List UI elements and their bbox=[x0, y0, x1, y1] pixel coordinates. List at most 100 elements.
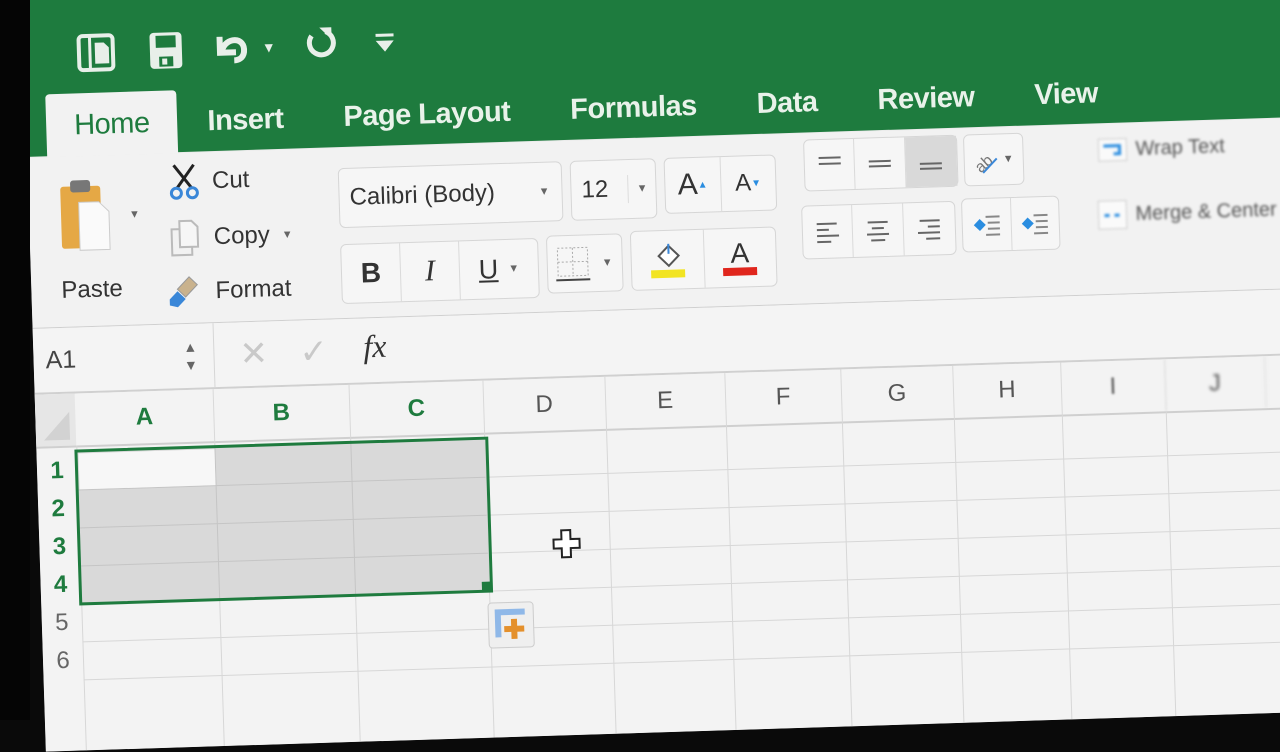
chevron-down-icon: ▼ bbox=[538, 185, 550, 198]
row-header-5[interactable]: 5 bbox=[41, 603, 82, 642]
column-header-a[interactable]: A bbox=[74, 389, 216, 446]
save-icon[interactable] bbox=[147, 25, 185, 76]
increase-indent-button[interactable] bbox=[1010, 197, 1059, 250]
text-orientation-icon: ab bbox=[972, 152, 998, 175]
cut-button[interactable]: Cut bbox=[167, 161, 250, 202]
align-middle-button[interactable] bbox=[854, 137, 907, 189]
align-left-button[interactable] bbox=[802, 205, 855, 259]
undo-icon[interactable] bbox=[211, 23, 253, 74]
grow-font-label: A bbox=[677, 167, 699, 202]
merge-center-button[interactable]: Merge & Center ▼ bbox=[1097, 194, 1280, 230]
align-bottom-icon bbox=[920, 162, 943, 170]
fill-color-button[interactable] bbox=[630, 229, 706, 290]
borders-button[interactable]: ▼ bbox=[545, 233, 624, 294]
column-header-h[interactable]: H bbox=[952, 362, 1063, 418]
tab-data[interactable]: Data bbox=[726, 85, 848, 136]
shrink-font-button[interactable]: A ▼ bbox=[720, 155, 776, 211]
chevron-down-icon: ▼ bbox=[636, 182, 648, 195]
name-box-stepper-icon[interactable]: ▲ ▼ bbox=[183, 337, 214, 374]
scissors-icon bbox=[169, 163, 199, 200]
copy-dropdown-icon[interactable]: ▼ bbox=[282, 229, 293, 241]
copy-label: Copy bbox=[213, 221, 271, 251]
borders-icon bbox=[556, 246, 591, 282]
row-header-2[interactable]: 2 bbox=[38, 489, 79, 528]
paste-button[interactable]: ▼ Paste bbox=[50, 174, 144, 307]
column-header-j[interactable]: J bbox=[1164, 356, 1267, 412]
undo-dropdown-icon[interactable]: ▼ bbox=[261, 22, 276, 72]
chevron-down-icon: ▼ bbox=[1002, 152, 1014, 166]
name-box-value: A1 bbox=[45, 344, 77, 374]
column-header-b[interactable]: B bbox=[212, 384, 352, 442]
font-color-label: A bbox=[729, 237, 750, 269]
align-top-button[interactable] bbox=[804, 138, 856, 191]
column-header-d[interactable]: D bbox=[482, 376, 608, 433]
color-buttons: A bbox=[629, 226, 778, 291]
wrap-text-button[interactable]: Wrap Text bbox=[1097, 134, 1225, 162]
spreadsheet-grid: A B C D E F G H I J 1 2 3 4 5 6 bbox=[34, 353, 1280, 752]
wrap-text-icon bbox=[1097, 137, 1128, 162]
fill-handle[interactable] bbox=[481, 581, 493, 592]
excel-window: ▼ Home Insert Page Layout Formulas Data … bbox=[22, 0, 1280, 752]
decrease-indent-button[interactable] bbox=[961, 198, 1013, 252]
align-center-icon bbox=[867, 220, 890, 242]
align-center-button[interactable] bbox=[852, 203, 905, 257]
paint-bucket-icon bbox=[656, 243, 680, 268]
orientation-button[interactable]: ab ▼ bbox=[962, 132, 1025, 187]
align-bottom-button[interactable] bbox=[904, 135, 958, 188]
wrap-text-label: Wrap Text bbox=[1135, 134, 1226, 160]
font-color-button[interactable]: A bbox=[703, 227, 776, 287]
tab-formulas[interactable]: Formulas bbox=[540, 89, 728, 142]
tab-page-layout[interactable]: Page Layout bbox=[313, 95, 541, 149]
indent-buttons bbox=[960, 195, 1061, 253]
column-header-i[interactable]: I bbox=[1060, 359, 1167, 415]
copy-icon bbox=[170, 219, 200, 257]
row-header-4[interactable]: 4 bbox=[40, 565, 81, 604]
bold-button[interactable]: B bbox=[341, 243, 402, 304]
decrease-indent-icon bbox=[973, 215, 1000, 236]
format-label: Format bbox=[215, 274, 292, 305]
font-size-buttons: A ▲ A ▼ bbox=[663, 154, 778, 214]
confirm-icon[interactable]: ✓ bbox=[299, 332, 329, 373]
italic-button[interactable]: I bbox=[400, 241, 461, 302]
copy-button[interactable]: Copy ▼ bbox=[169, 216, 293, 258]
quick-analysis-button[interactable] bbox=[487, 601, 535, 649]
column-header-f[interactable]: F bbox=[724, 369, 843, 426]
paste-dropdown-icon[interactable]: ▼ bbox=[129, 208, 140, 220]
tab-insert[interactable]: Insert bbox=[177, 102, 314, 153]
customize-toolbar-icon[interactable] bbox=[373, 18, 397, 69]
horizontal-align-buttons bbox=[801, 200, 957, 260]
column-header-e[interactable]: E bbox=[604, 373, 727, 429]
align-right-button[interactable] bbox=[903, 202, 956, 256]
selection-border bbox=[74, 436, 494, 606]
redo-icon[interactable] bbox=[303, 20, 339, 71]
align-top-icon bbox=[818, 156, 841, 166]
font-size-select[interactable]: 12 ▼ bbox=[569, 158, 658, 221]
row-header-3[interactable]: 3 bbox=[39, 527, 80, 566]
align-middle-icon bbox=[868, 159, 891, 168]
format-painter-button[interactable]: Format bbox=[167, 270, 292, 312]
select-all-button[interactable] bbox=[34, 393, 77, 447]
font-style-buttons: B I U ▼ bbox=[340, 237, 540, 305]
tab-review[interactable]: Review bbox=[847, 80, 1005, 132]
row-header-1[interactable]: 1 bbox=[36, 452, 77, 491]
column-header-g[interactable]: G bbox=[840, 365, 955, 422]
chevron-down-icon: ▼ bbox=[601, 256, 613, 269]
name-box[interactable]: A1 ▲ ▼ bbox=[32, 323, 216, 393]
insert-function-button[interactable]: fx bbox=[363, 328, 387, 366]
underline-button[interactable]: U ▼ bbox=[459, 239, 539, 299]
vertical-align-buttons bbox=[803, 134, 959, 192]
sidebar-icon[interactable] bbox=[75, 27, 117, 78]
tab-view[interactable]: View bbox=[1004, 76, 1129, 127]
up-arrow-icon: ▲ bbox=[697, 179, 708, 191]
row-header-6[interactable]: 6 bbox=[42, 641, 83, 680]
grow-font-button[interactable]: A ▲ bbox=[664, 157, 722, 213]
font-size-value: 12 bbox=[571, 175, 630, 205]
column-header-c[interactable]: C bbox=[348, 380, 486, 437]
align-right-icon bbox=[918, 219, 941, 240]
font-family-select[interactable]: Calibri (Body) ▼ bbox=[337, 161, 564, 229]
cell-cursor-icon bbox=[551, 528, 582, 566]
font-family-value: Calibri (Body) bbox=[349, 179, 496, 211]
shrink-font-label: A bbox=[734, 169, 752, 197]
tab-home[interactable]: Home bbox=[45, 90, 179, 158]
cancel-icon[interactable]: ✕ bbox=[239, 333, 269, 374]
